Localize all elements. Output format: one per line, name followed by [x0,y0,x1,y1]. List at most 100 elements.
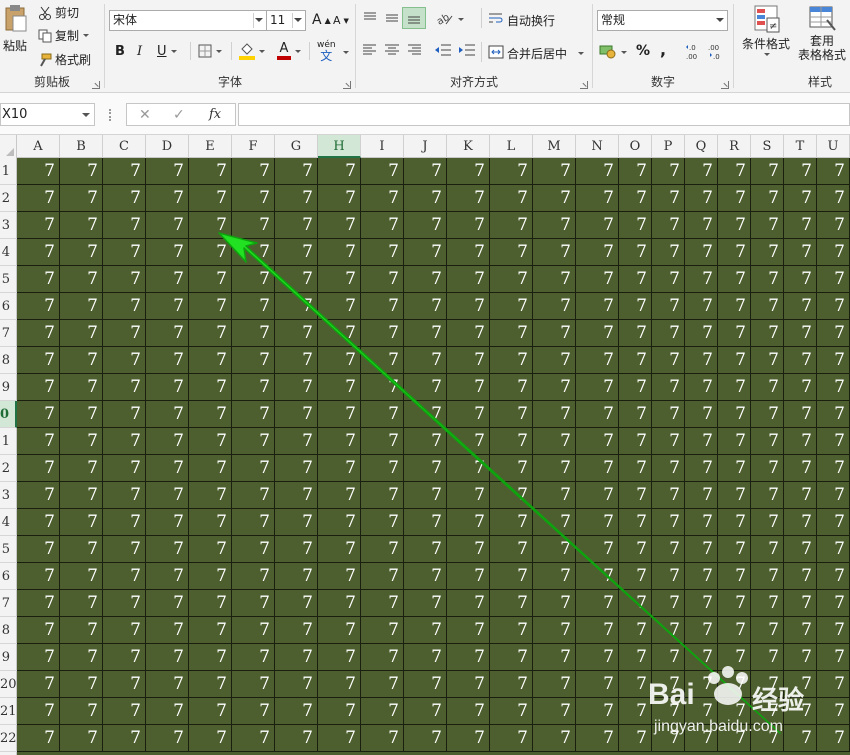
cell[interactable]: 7 [576,725,619,752]
cell[interactable]: 7 [232,212,275,239]
cell[interactable]: 7 [189,617,232,644]
cell[interactable]: 7 [318,320,361,347]
cell[interactable]: 7 [232,698,275,725]
cell[interactable]: 7 [318,590,361,617]
column-header-q[interactable]: Q [685,135,718,158]
row-header[interactable]: 22 [0,725,17,752]
cell[interactable]: 7 [103,590,146,617]
cell[interactable]: 7 [685,644,718,671]
cell[interactable]: 7 [533,536,576,563]
cell[interactable]: 7 [232,590,275,617]
cell[interactable]: 7 [576,671,619,698]
column-header-j[interactable]: J [404,135,447,158]
format-painter-button[interactable]: 格式刷 [38,51,91,68]
cell[interactable]: 7 [751,239,784,266]
cell[interactable]: 7 [751,212,784,239]
cell[interactable]: 7 [232,158,275,185]
row-header[interactable]: 8 [0,347,17,374]
fill-color-button[interactable] [239,42,265,60]
cell[interactable]: 7 [447,158,490,185]
copy-button[interactable]: 复制 [38,27,90,44]
cell[interactable]: 7 [685,590,718,617]
cell[interactable]: 7 [146,428,189,455]
cell[interactable]: 7 [146,293,189,320]
cell[interactable]: 7 [751,671,784,698]
cell[interactable]: 7 [146,347,189,374]
cell[interactable]: 7 [652,239,685,266]
cell[interactable]: 7 [685,698,718,725]
cell[interactable]: 7 [652,725,685,752]
cell[interactable]: 7 [361,509,404,536]
cell[interactable]: 7 [189,644,232,671]
increase-decimal-button[interactable]: .0.00 [685,42,703,63]
cell[interactable]: 7 [784,455,817,482]
cell[interactable]: 7 [103,239,146,266]
cell[interactable]: 7 [533,725,576,752]
cell[interactable]: 7 [652,185,685,212]
cell[interactable]: 7 [685,482,718,509]
cell[interactable]: 7 [318,563,361,590]
row-header[interactable]: 21 [0,698,17,725]
cell[interactable]: 7 [751,698,784,725]
font-color-button[interactable]: A [277,42,301,60]
cell[interactable]: 7 [60,374,103,401]
cell[interactable]: 7 [685,374,718,401]
cell[interactable]: 7 [318,509,361,536]
cell[interactable]: 7 [232,644,275,671]
align-top-button[interactable] [362,10,378,29]
cell[interactable]: 7 [784,590,817,617]
cell[interactable]: 7 [404,536,447,563]
cell[interactable]: 7 [619,644,652,671]
cell[interactable]: 7 [232,482,275,509]
cell[interactable]: 7 [189,266,232,293]
cell[interactable]: 7 [404,671,447,698]
cell[interactable]: 7 [619,482,652,509]
cell[interactable]: 7 [718,266,751,293]
cell[interactable]: 7 [447,185,490,212]
cell[interactable]: 7 [685,185,718,212]
cell[interactable]: 7 [60,536,103,563]
cell[interactable]: 7 [17,428,60,455]
clipboard-launcher-icon[interactable] [92,81,100,89]
cell[interactable]: 7 [490,266,533,293]
cell[interactable]: 7 [718,185,751,212]
cell[interactable]: 7 [817,590,850,617]
cell[interactable]: 7 [60,185,103,212]
chevron-down-icon[interactable] [343,51,349,54]
cell[interactable]: 7 [619,563,652,590]
cell[interactable]: 7 [751,266,784,293]
cell[interactable]: 7 [447,536,490,563]
cell[interactable]: 7 [103,401,146,428]
cell[interactable]: 7 [490,698,533,725]
grow-font-button[interactable]: A ▲ [312,12,331,28]
cell[interactable]: 7 [784,563,817,590]
cell[interactable]: 7 [103,455,146,482]
cell[interactable]: 7 [685,455,718,482]
cell[interactable]: 7 [60,347,103,374]
cell[interactable]: 7 [533,185,576,212]
cell[interactable]: 7 [103,644,146,671]
column-header-p[interactable]: P [652,135,685,158]
cell[interactable]: 7 [447,698,490,725]
cell[interactable]: 7 [404,617,447,644]
cell[interactable]: 7 [652,671,685,698]
cell[interactable]: 7 [576,347,619,374]
cell[interactable]: 7 [189,698,232,725]
cell[interactable]: 7 [275,266,318,293]
cell[interactable]: 7 [189,158,232,185]
row-header[interactable]: 20 [0,671,17,698]
cell[interactable]: 7 [652,401,685,428]
cell[interactable]: 7 [817,374,850,401]
cell[interactable]: 7 [60,617,103,644]
cell[interactable]: 7 [817,536,850,563]
cell[interactable]: 7 [447,212,490,239]
cell[interactable]: 7 [751,347,784,374]
cell[interactable]: 7 [318,239,361,266]
cell[interactable]: 7 [232,185,275,212]
cell[interactable]: 7 [404,158,447,185]
cell[interactable]: 7 [361,293,404,320]
cell[interactable]: 7 [17,320,60,347]
shrink-font-button[interactable]: A ▼ [333,14,349,27]
cell[interactable]: 7 [447,428,490,455]
cell[interactable]: 7 [318,374,361,401]
